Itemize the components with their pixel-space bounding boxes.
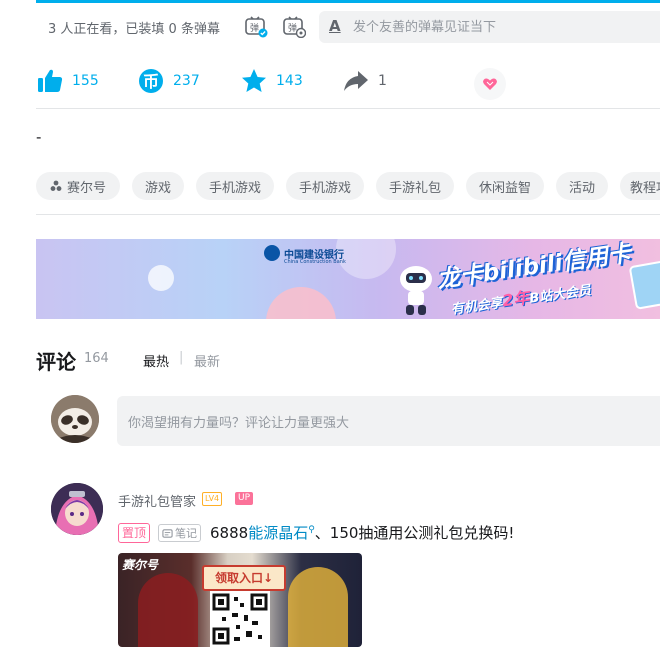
pinned-badge: 置顶 [118,523,151,543]
comment-image[interactable]: 赛尔号 领取入口↓ [118,553,362,647]
character-figure [288,567,348,647]
coin-count: 237 [173,73,200,89]
banner-subtitle-prefix: 有机会享 [450,295,504,318]
user-level-badge: LV4 [202,492,223,506]
danmaku-style-icon[interactable]: A [329,17,341,35]
my-avatar[interactable] [51,395,99,443]
comment-text-prefix: 6888 [210,524,249,542]
heart-charge-button[interactable] [474,68,506,100]
player-progress-line [36,0,660,3]
svg-text:弹: 弹 [288,22,297,34]
coin-button[interactable]: 币 237 [137,66,200,96]
sort-hot-tab[interactable]: 最热 [143,351,169,370]
thumbs-up-icon [38,69,63,92]
bank-name-en: China Construction Bank [284,259,346,265]
comment-input[interactable] [128,412,628,432]
danmaku-bar: 3 人正在看，已装填 0 条弹幕 弹 弹 A [36,8,660,46]
comment-input-box[interactable] [117,396,660,446]
toolbar-divider [36,108,660,109]
like-button[interactable]: 155 [36,66,99,96]
credit-card-image [628,256,660,310]
tags-divider [36,214,660,215]
decor-bubble [148,265,174,291]
note-badge: 笔记 [158,524,201,542]
qr-code-icon [210,591,270,647]
tag-item[interactable]: 手机游戏 [286,172,364,200]
video-description: - [36,128,42,146]
mascot-robot-icon [400,266,432,315]
tag-item[interactable]: 休闲益智 [466,172,544,200]
comment-user-name[interactable]: 手游礼包管家 [118,491,196,510]
like-count: 155 [72,73,99,89]
bank-logo: 中国建设银行 China Construction Bank [264,245,346,265]
danmaku-on-icon[interactable]: 弹 [244,16,268,38]
decor-bubble [266,287,336,319]
comment-text: 6888能源晶石⚲、150抽通用公测礼包兑换码! [210,522,514,543]
star-icon [242,69,266,92]
search-icon[interactable]: ⚲ [308,525,315,535]
video-toolbar: 155 币 237 143 1 [36,60,660,104]
sloth-avatar-icon [51,395,99,443]
comments-title: 评论 [36,350,76,374]
svg-text:弹: 弹 [250,22,259,34]
tag-item[interactable]: 活动 [556,172,608,200]
share-button[interactable]: 1 [342,66,387,96]
claim-entry-label: 领取入口↓ [202,565,286,591]
viewer-count-text: 3 人正在看，已装填 0 条弹幕 [48,22,220,37]
tag-label: 赛尔号 [66,180,106,196]
comments-count: 164 [84,351,109,366]
share-count: 1 [378,73,387,89]
sort-new-tab[interactable]: 最新 [194,351,220,370]
banner-subtitle-suffix: B站大会员 [528,283,592,307]
search-link[interactable]: 能源晶石 [248,524,308,542]
favorite-button[interactable]: 143 [240,66,303,96]
banner-subtitle-highlight: 2年 [501,287,531,311]
game-brand-logo: 赛尔号 [122,558,159,572]
character-figure [138,573,198,647]
heart-icon [483,78,497,90]
bank-logo-icon [264,245,280,261]
favorite-count: 143 [276,73,303,89]
tag-topic[interactable]: 赛尔号 [36,172,120,200]
share-arrow-icon [344,71,368,91]
topic-icon [50,180,62,191]
note-label: 笔记 [175,527,197,540]
tag-item[interactable]: 手机游戏 [196,172,274,200]
tag-item[interactable]: 游戏 [132,172,184,200]
comment-text-suffix: 、150抽通用公测礼包兑换码! [314,524,515,542]
ad-banner[interactable]: 中国建设银行 China Construction Bank 龙卡bilibil… [36,239,660,319]
up-badge: UP [235,492,254,505]
note-icon [162,528,173,538]
sort-separator: | [179,350,184,365]
danmaku-settings-icon[interactable]: 弹 [282,16,307,39]
danmaku-input[interactable] [353,11,643,43]
tag-item[interactable]: 教程攻 [620,172,660,200]
svg-text:币: 币 [143,72,159,91]
anime-avatar-icon [51,483,103,535]
tag-item[interactable]: 手游礼包 [376,172,454,200]
coin-icon: 币 [139,69,163,93]
danmaku-input-box[interactable]: A [319,11,660,43]
user-avatar[interactable] [51,483,103,535]
